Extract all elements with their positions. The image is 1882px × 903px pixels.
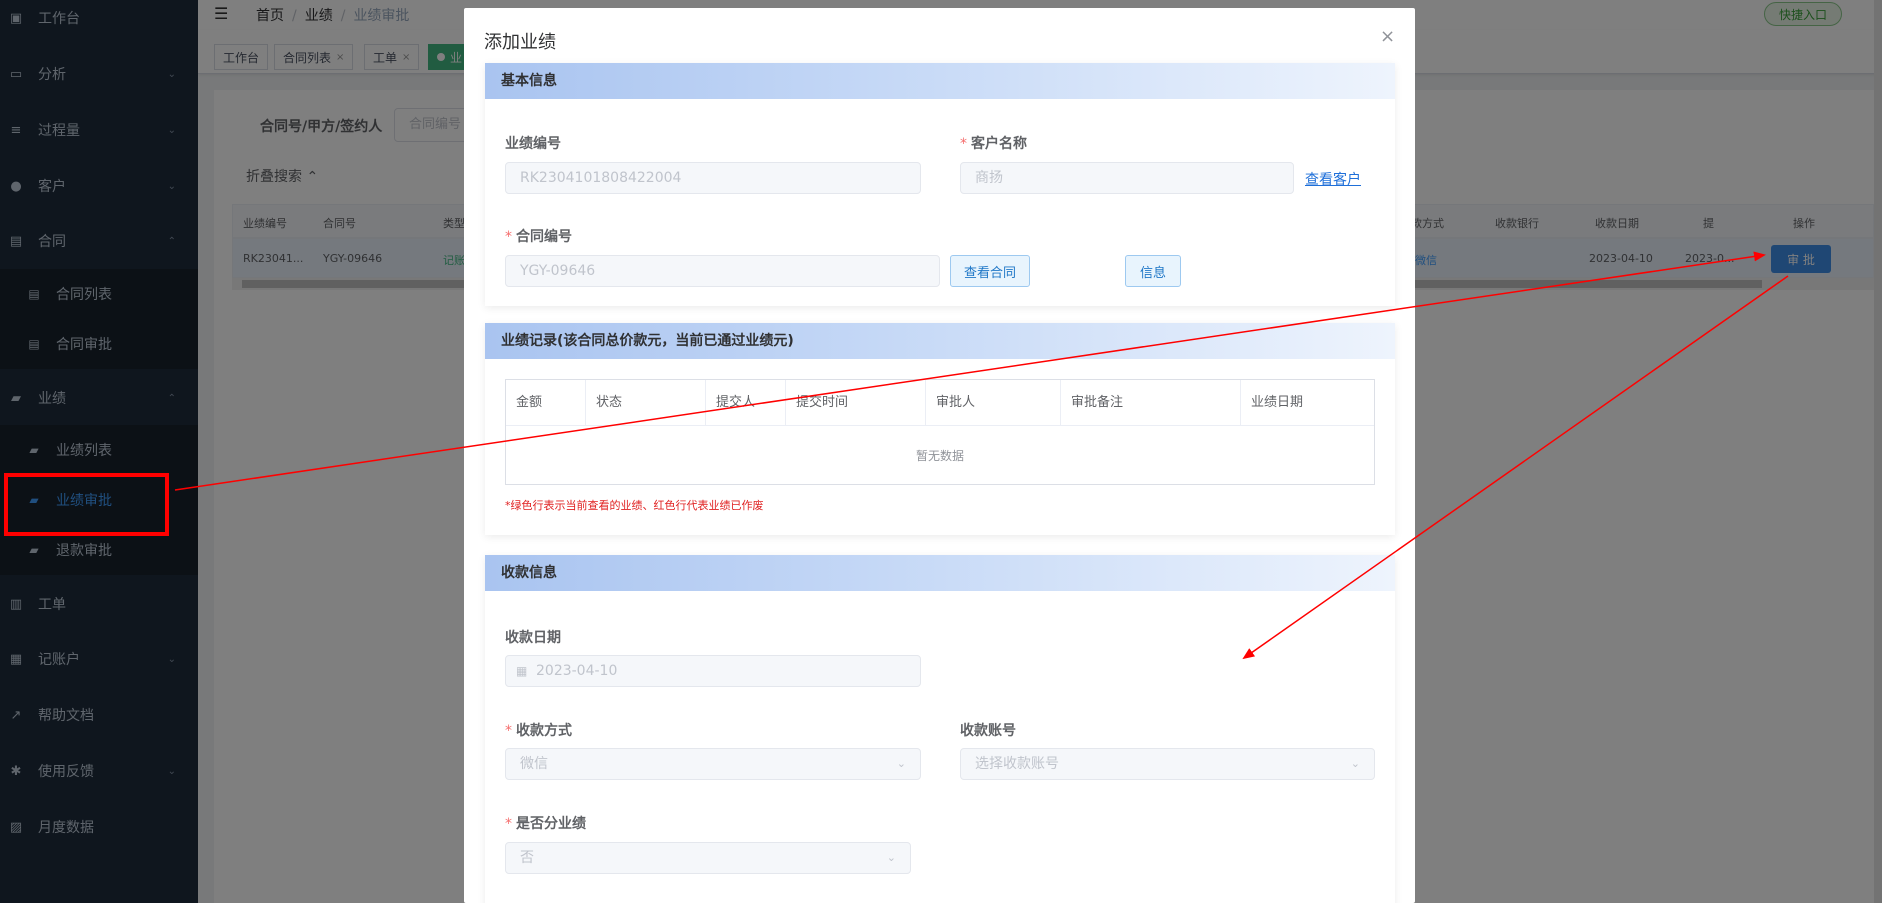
annotation-arrows <box>174 251 1789 660</box>
annotation-arrow-to-dialog <box>1242 275 1789 660</box>
annotation-arrow-to-approve <box>174 251 1766 491</box>
